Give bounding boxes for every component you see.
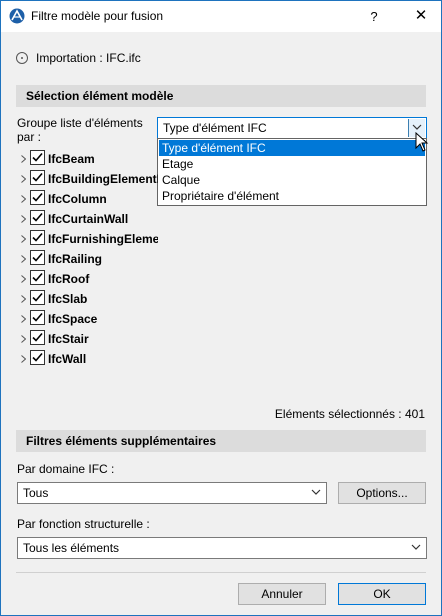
tree-item-checkbox[interactable] <box>30 350 45 365</box>
tree-item[interactable]: IfcStair <box>16 329 158 349</box>
selection-section-header: Sélection élément modèle <box>16 85 426 107</box>
checkmark-icon <box>32 232 43 242</box>
expand-arrow-icon[interactable] <box>21 175 26 183</box>
expand-arrow-icon[interactable] <box>21 275 26 283</box>
tree-item[interactable]: IfcRailing <box>16 249 158 269</box>
dropdown-option[interactable]: Type d'élément IFC <box>159 140 425 156</box>
expand-arrow-icon[interactable] <box>21 215 26 223</box>
checkmark-icon <box>32 212 43 222</box>
tree-item[interactable]: IfcRoof <box>16 269 158 289</box>
tree-item[interactable]: IfcSpace <box>16 309 158 329</box>
tree-item[interactable]: IfcBeam <box>16 149 158 169</box>
footer-divider <box>16 572 426 573</box>
expand-arrow-icon[interactable] <box>21 155 26 163</box>
tree-item-label: IfcColumn <box>48 192 107 206</box>
tree-item-checkbox[interactable] <box>30 290 45 305</box>
dropdown-option[interactable]: Propriétaire d'élément <box>159 188 425 204</box>
extra-filters-section-header: Filtres éléments supplémentaires <box>16 430 426 452</box>
chevron-down-icon <box>412 124 422 130</box>
expand-arrow-icon[interactable] <box>21 195 26 203</box>
tree-item-checkbox[interactable] <box>30 210 45 225</box>
dropdown-option[interactable]: Etage <box>159 156 425 172</box>
tree-item-checkbox[interactable] <box>30 270 45 285</box>
structural-function-select[interactable]: Tous les éléments <box>17 537 427 559</box>
cancel-button[interactable]: Annuler <box>238 583 326 605</box>
structural-function-value: Tous les éléments <box>23 541 120 555</box>
tree-item-checkbox[interactable] <box>30 230 45 245</box>
tree-item-label: IfcFurnishingElement <box>48 232 158 246</box>
checkmark-icon <box>32 352 43 362</box>
checkmark-icon <box>32 292 43 302</box>
archicad-logo-icon <box>9 8 25 24</box>
tree-item-label: IfcBuildingElementProxy <box>48 172 158 186</box>
options-button[interactable]: Options... <box>338 482 426 504</box>
checkmark-icon <box>32 332 43 342</box>
tree-item-checkbox[interactable] <box>30 190 45 205</box>
help-button[interactable]: ? <box>359 1 389 32</box>
tree-item-label: IfcCurtainWall <box>48 212 129 226</box>
element-tree: IfcBeam IfcBuildingElementProxy IfcColumn I… <box>16 145 158 375</box>
tree-item-checkbox[interactable] <box>30 170 45 185</box>
window-title: Filtre modèle pour fusion <box>31 9 164 23</box>
expand-arrow-icon[interactable] <box>21 255 26 263</box>
tree-item-checkbox[interactable] <box>30 250 45 265</box>
chevron-down-icon <box>311 489 321 495</box>
tree-item[interactable]: IfcSlab <box>16 289 158 309</box>
ok-button[interactable]: OK <box>338 583 426 605</box>
checkmark-icon <box>32 152 43 162</box>
ifc-domain-value: Tous <box>23 486 49 500</box>
expand-arrow-icon[interactable] <box>21 315 26 323</box>
tree-item[interactable]: IfcWall <box>16 349 158 369</box>
ifc-domain-label: Par domaine IFC : <box>17 462 115 476</box>
expand-arrow-icon[interactable] <box>21 295 26 303</box>
tree-item-label: IfcSlab <box>48 292 88 306</box>
tree-item-label: IfcSpace <box>48 312 98 326</box>
dialog-window: Filtre modèle pour fusion ? ✕ Importatio… <box>0 0 442 616</box>
tree-item-checkbox[interactable] <box>30 330 45 345</box>
checkmark-icon <box>32 192 43 202</box>
mouse-cursor-icon <box>415 132 429 152</box>
dropdown-option[interactable]: Calque <box>159 172 425 188</box>
checkmark-icon <box>32 312 43 322</box>
tree-item-label: IfcRoof <box>48 272 90 286</box>
info-icon <box>16 52 28 64</box>
checkmark-icon <box>32 272 43 282</box>
tree-item-checkbox[interactable] <box>30 150 45 165</box>
tree-item-label: IfcBeam <box>48 152 95 166</box>
expand-arrow-icon[interactable] <box>21 235 26 243</box>
title-bar: Filtre modèle pour fusion ? ✕ <box>1 1 441 32</box>
ifc-domain-select[interactable]: Tous <box>17 482 327 504</box>
import-file-label: Importation : IFC.ifc <box>36 51 141 65</box>
expand-arrow-icon[interactable] <box>21 335 26 343</box>
tree-item[interactable]: IfcCurtainWall <box>16 209 158 229</box>
close-button[interactable]: ✕ <box>401 1 441 32</box>
tree-item-checkbox[interactable] <box>30 310 45 325</box>
group-by-label: Groupe liste d'éléments par : <box>17 116 143 144</box>
group-by-value: Type d'élément IFC <box>163 121 267 135</box>
tree-item-label: IfcRailing <box>48 252 103 266</box>
tree-item[interactable]: IfcColumn <box>16 189 158 209</box>
expand-arrow-icon[interactable] <box>21 355 26 363</box>
tree-item-label: IfcWall <box>48 352 87 366</box>
tree-item[interactable]: IfcBuildingElementProxy <box>16 169 158 189</box>
structural-function-label: Par fonction structurelle : <box>17 517 150 531</box>
group-by-dropdown-list: Type d'élément IFC Etage Calque Propriét… <box>157 138 427 206</box>
group-by-select[interactable]: Type d'élément IFC <box>157 117 427 139</box>
checkmark-icon <box>32 252 43 262</box>
tree-item[interactable]: IfcFurnishingElement <box>16 229 158 249</box>
chevron-down-icon <box>411 544 421 550</box>
tree-item-label: IfcStair <box>48 332 89 346</box>
checkmark-icon <box>32 172 43 182</box>
selected-count-label: Eléments sélectionnés : 401 <box>274 407 425 421</box>
